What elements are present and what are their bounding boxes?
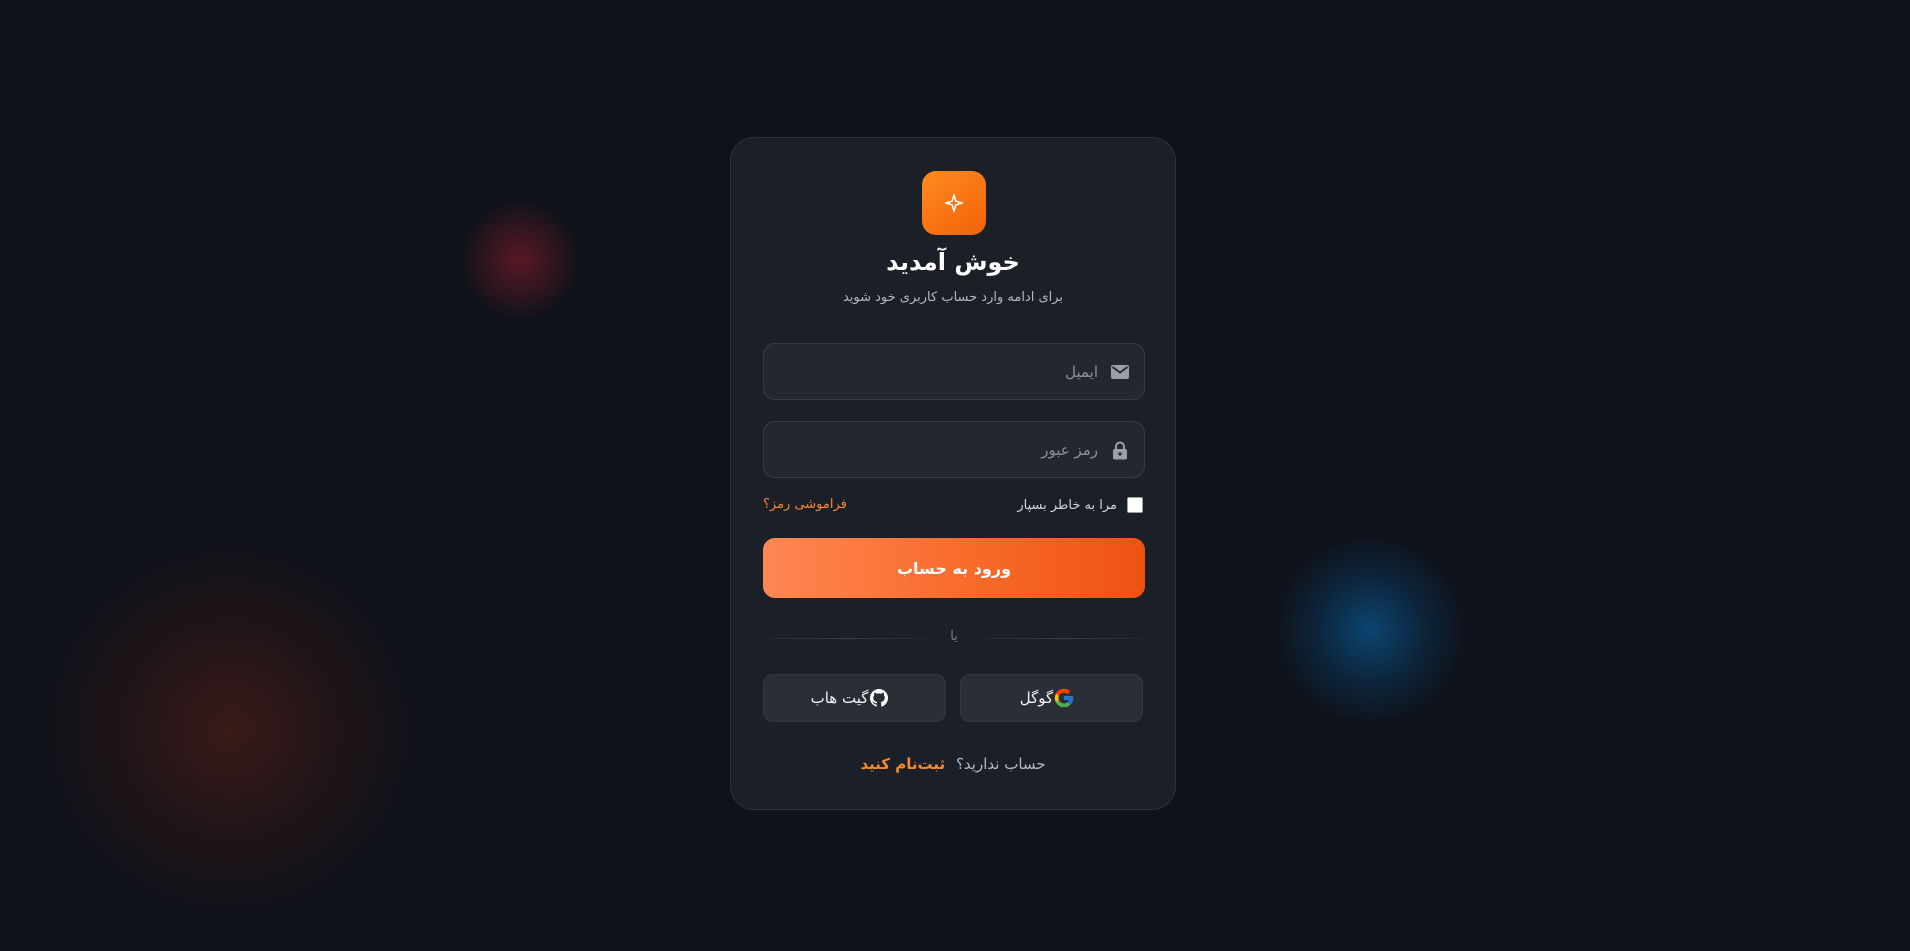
page-title: خوش آمدید <box>886 248 1020 276</box>
divider-text: یا <box>950 629 958 644</box>
github-label: گیت هاب <box>810 689 869 707</box>
lock-icon <box>1110 440 1130 460</box>
password-field[interactable] <box>763 421 1145 478</box>
remember-label: مرا به خاطر بسپار <box>1017 497 1117 513</box>
signup-prompt: حساب ندارید؟ ثبت‌نام کنید <box>731 755 1175 773</box>
sparkle-icon <box>944 193 964 213</box>
app-logo <box>922 171 986 235</box>
remember-checkbox[interactable] <box>1127 497 1143 513</box>
email-field[interactable] <box>763 343 1145 400</box>
password-input[interactable] <box>788 422 1098 477</box>
login-card: خوش آمدید برای ادامه وارد حساب کاربری خو… <box>730 137 1176 810</box>
divider-line <box>763 638 928 639</box>
google-label: گوگل <box>1019 689 1054 707</box>
background-glow-blue <box>1270 540 1470 720</box>
forgot-password-link[interactable]: فراموشی رمز؟ <box>763 497 847 512</box>
background-glow-orange <box>30 540 430 920</box>
email-input[interactable] <box>788 344 1098 399</box>
mail-icon <box>1110 362 1130 382</box>
or-divider: یا <box>763 628 1145 648</box>
login-page: خوش آمدید برای ادامه وارد حساب کاربری خو… <box>0 0 1910 951</box>
signup-question: حساب ندارید؟ <box>955 755 1046 773</box>
remember-me[interactable]: مرا به خاطر بسپار <box>1017 497 1143 513</box>
login-button[interactable]: ورود به حساب <box>763 538 1145 598</box>
background-glow-red <box>460 200 580 320</box>
page-subtitle: برای ادامه وارد حساب کاربری خود شوید <box>842 290 1064 305</box>
google-icon <box>1053 687 1075 709</box>
github-login-button[interactable]: گیت هاب <box>763 674 946 722</box>
google-login-button[interactable]: گوگل <box>960 674 1143 722</box>
signup-link[interactable]: ثبت‌نام کنید <box>860 755 945 773</box>
github-icon <box>868 687 890 709</box>
